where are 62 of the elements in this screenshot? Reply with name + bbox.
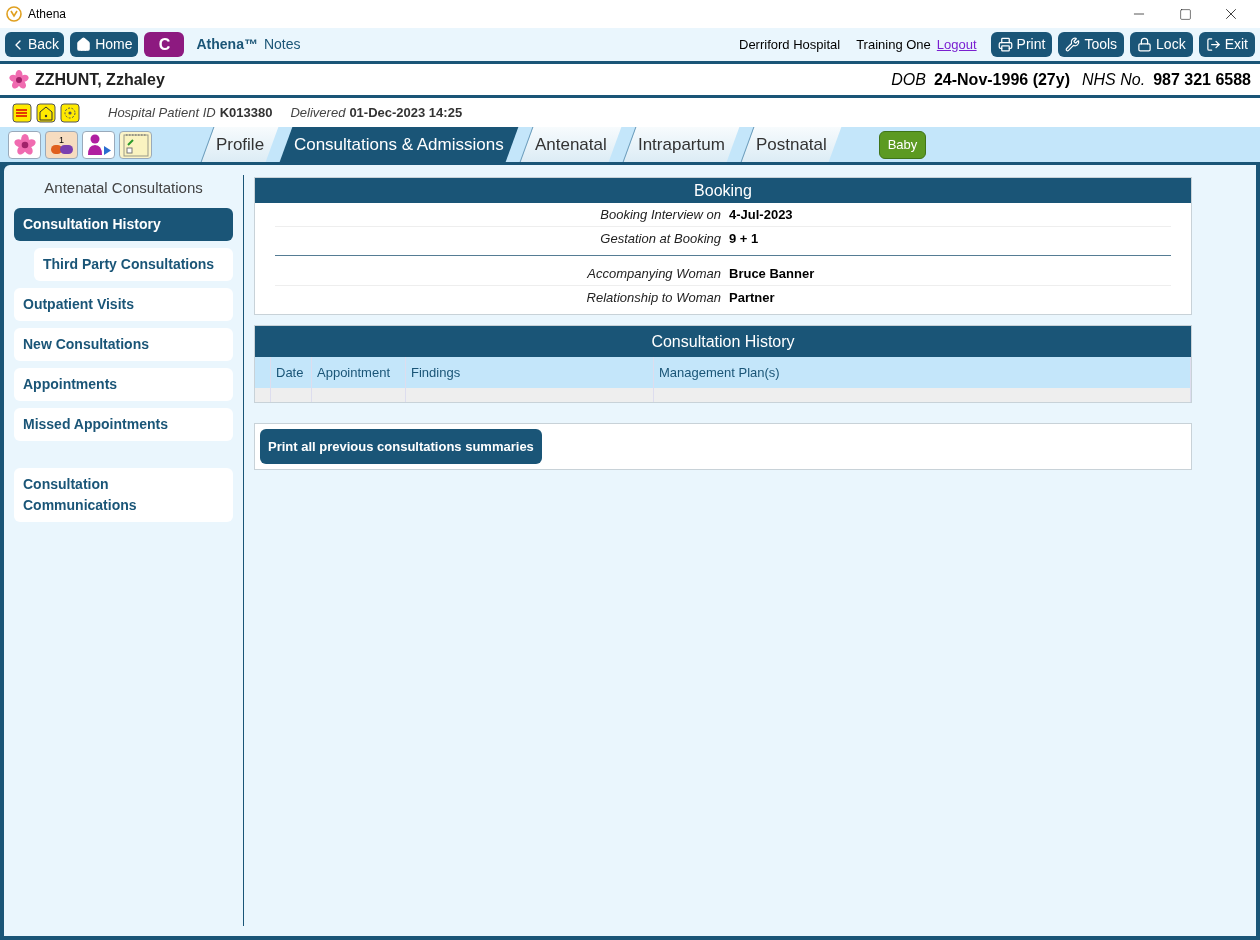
- flower-icon: [13, 133, 36, 156]
- dob-value: 24-Nov-1996 (27y): [933, 69, 1070, 90]
- field-value: 9 + 1: [729, 230, 759, 249]
- tab[interactable]: Profile: [200, 127, 279, 162]
- field-value: Bruce Banner: [729, 264, 815, 283]
- sidebar-item[interactable]: Consultation Communications: [14, 467, 233, 522]
- person-button[interactable]: [82, 130, 115, 159]
- field-value: Partner: [729, 289, 775, 308]
- field-label: Accompanying Woman: [586, 264, 721, 283]
- nhs-value: 987 321 6588: [1153, 69, 1251, 90]
- flower-button[interactable]: [8, 130, 41, 159]
- sidebar-item[interactable]: Third Party Consultations: [34, 247, 233, 281]
- field-label: Booking Interview on: [599, 205, 721, 224]
- lock-icon: [1137, 37, 1153, 52]
- patient-name: ZZHUNT, Zzhaley: [35, 69, 165, 90]
- toolbar-button[interactable]: Print: [990, 32, 1053, 57]
- sidebar-title: Antenatal Consultations: [43, 178, 204, 198]
- tab[interactable]: Antenatal: [519, 127, 622, 162]
- patient-id-value: K013380: [219, 103, 273, 122]
- capsule-icon: [50, 144, 73, 154]
- delivered-value: 01-Dec-2023 14:25: [349, 103, 463, 122]
- flower-icon: [9, 69, 29, 90]
- logout-link[interactable]: Logout: [936, 34, 977, 55]
- nhs-label: NHS No.: [1082, 69, 1146, 90]
- home-button[interactable]: Home: [70, 32, 139, 57]
- tools-icon: [1065, 37, 1081, 52]
- app-subtitle: Notes: [263, 35, 301, 54]
- panel-header: Booking: [255, 178, 1191, 203]
- exit-icon: [1205, 37, 1221, 52]
- delivered-label: Delivered: [290, 103, 346, 122]
- toolbar-button[interactable]: Exit: [1198, 32, 1255, 57]
- toolbar-button[interactable]: Lock: [1130, 32, 1193, 57]
- sidebar-item[interactable]: Appointments: [14, 367, 233, 401]
- notepad-icon: [122, 132, 149, 157]
- field-label: Relationship to Woman: [585, 289, 721, 308]
- sidebar-item[interactable]: New Consultations: [14, 327, 233, 361]
- print-summaries-button[interactable]: Print all previous consultations summaries: [260, 429, 542, 464]
- panel-header: Consultation History: [255, 326, 1191, 357]
- patient-id-label: Hospital Patient ID: [108, 103, 216, 122]
- alert-icons-drawing: [12, 102, 80, 123]
- tab[interactable]: Intrapartum: [622, 127, 740, 162]
- app-name: Athena™: [196, 35, 258, 54]
- medication-button[interactable]: 1: [45, 130, 78, 159]
- sidebar-item[interactable]: Consultation History: [14, 207, 233, 241]
- toolbar-button[interactable]: Tools: [1058, 32, 1125, 57]
- field-label: Gestation at Booking: [599, 230, 721, 249]
- tab[interactable]: Consultations & Admissions: [279, 127, 519, 162]
- field-value: 4-Jul-2023: [729, 205, 793, 224]
- window-title: Athena: [28, 6, 67, 23]
- c-button[interactable]: C: [144, 32, 185, 57]
- sidebar-item[interactable]: Missed Appointments: [14, 407, 233, 441]
- notes-button[interactable]: [119, 130, 152, 159]
- home-icon: [76, 37, 92, 52]
- tab[interactable]: Postnatal: [740, 127, 841, 162]
- sidebar-item[interactable]: Outpatient Visits: [14, 287, 233, 321]
- person-arrow-icon: [85, 132, 112, 157]
- print-icon: [997, 37, 1013, 52]
- app-logo-icon: [6, 6, 22, 22]
- hospital-name: Derriford Hospital: [739, 35, 841, 54]
- user-name: Training One: [856, 35, 931, 54]
- dob-label: DOB: [891, 69, 926, 90]
- back-button[interactable]: Back: [5, 32, 65, 57]
